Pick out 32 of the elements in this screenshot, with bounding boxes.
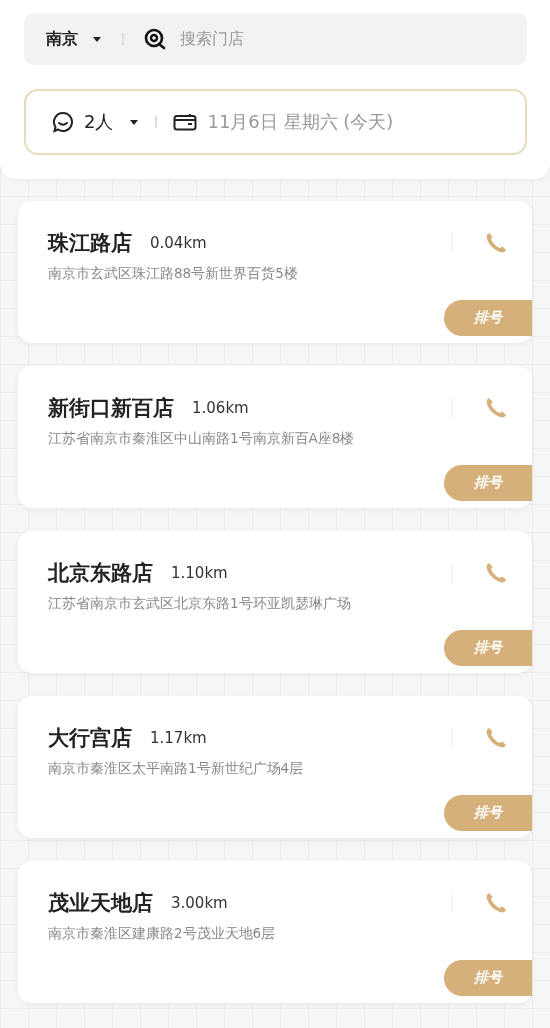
store-name: 茂业天地店 [48, 890, 153, 917]
phone-icon[interactable] [484, 726, 508, 750]
phone-icon[interactable] [484, 561, 508, 585]
store-card[interactable]: 大行宫店 1.17km 南京市秦淮区太平南路1号新世纪广场4层 排号 [18, 696, 532, 838]
store-distance: 1.17km [150, 729, 208, 747]
store-card[interactable]: 新街口新百店 1.06km 江苏省南京市秦淮区中山南路1号南京新百A座8楼 排号 [18, 366, 532, 508]
store-distance: 1.10km [171, 564, 229, 582]
store-address: 江苏省南京市玄武区北京东路1号环亚凯瑟琳广场 [47, 594, 352, 613]
store-address: 南京市秦淮区太平南路1号新世纪广场4层 [47, 759, 305, 778]
store-distance: 3.00km [171, 894, 229, 912]
phone-icon[interactable] [484, 396, 508, 420]
store-name: 大行宫店 [48, 725, 132, 752]
search-icon [144, 28, 166, 50]
store-name: 新街口新百店 [48, 395, 174, 422]
store-card[interactable]: 北京东路店 1.10km 江苏省南京市玄武区北京东路1号环亚凯瑟琳广场 排号 [18, 531, 532, 673]
store-distance: 1.06km [192, 399, 250, 417]
caret-icon [92, 35, 102, 43]
calendar-icon [173, 113, 198, 131]
store-name: 珠江路店 [48, 230, 132, 257]
store-address: 江苏省南京市秦淮区中山南路1号南京新百A座8楼 [47, 429, 356, 448]
store-address: 南京市玄武区珠江路88号新世界百货5楼 [47, 264, 299, 283]
phone-icon[interactable] [484, 231, 508, 255]
city-selector[interactable]: 南京 [46, 28, 78, 50]
party-size-selector[interactable]: 2人 [84, 110, 114, 134]
store-address: 南京市秦淮区建康路2号茂业天地6层 [47, 924, 277, 943]
store-card[interactable]: 茂业天地店 3.00km 南京市秦淮区建康路2号茂业天地6层 排号 [18, 861, 532, 1003]
chat-icon [52, 111, 74, 133]
store-card[interactable]: 珠江路店 0.04km 南京市玄武区珠江路88号新世界百货5楼 排号 [18, 201, 532, 343]
caret-icon [129, 118, 140, 126]
store-name: 北京东路店 [48, 560, 153, 587]
phone-icon[interactable] [484, 891, 508, 915]
store-distance: 0.04km [150, 234, 208, 252]
